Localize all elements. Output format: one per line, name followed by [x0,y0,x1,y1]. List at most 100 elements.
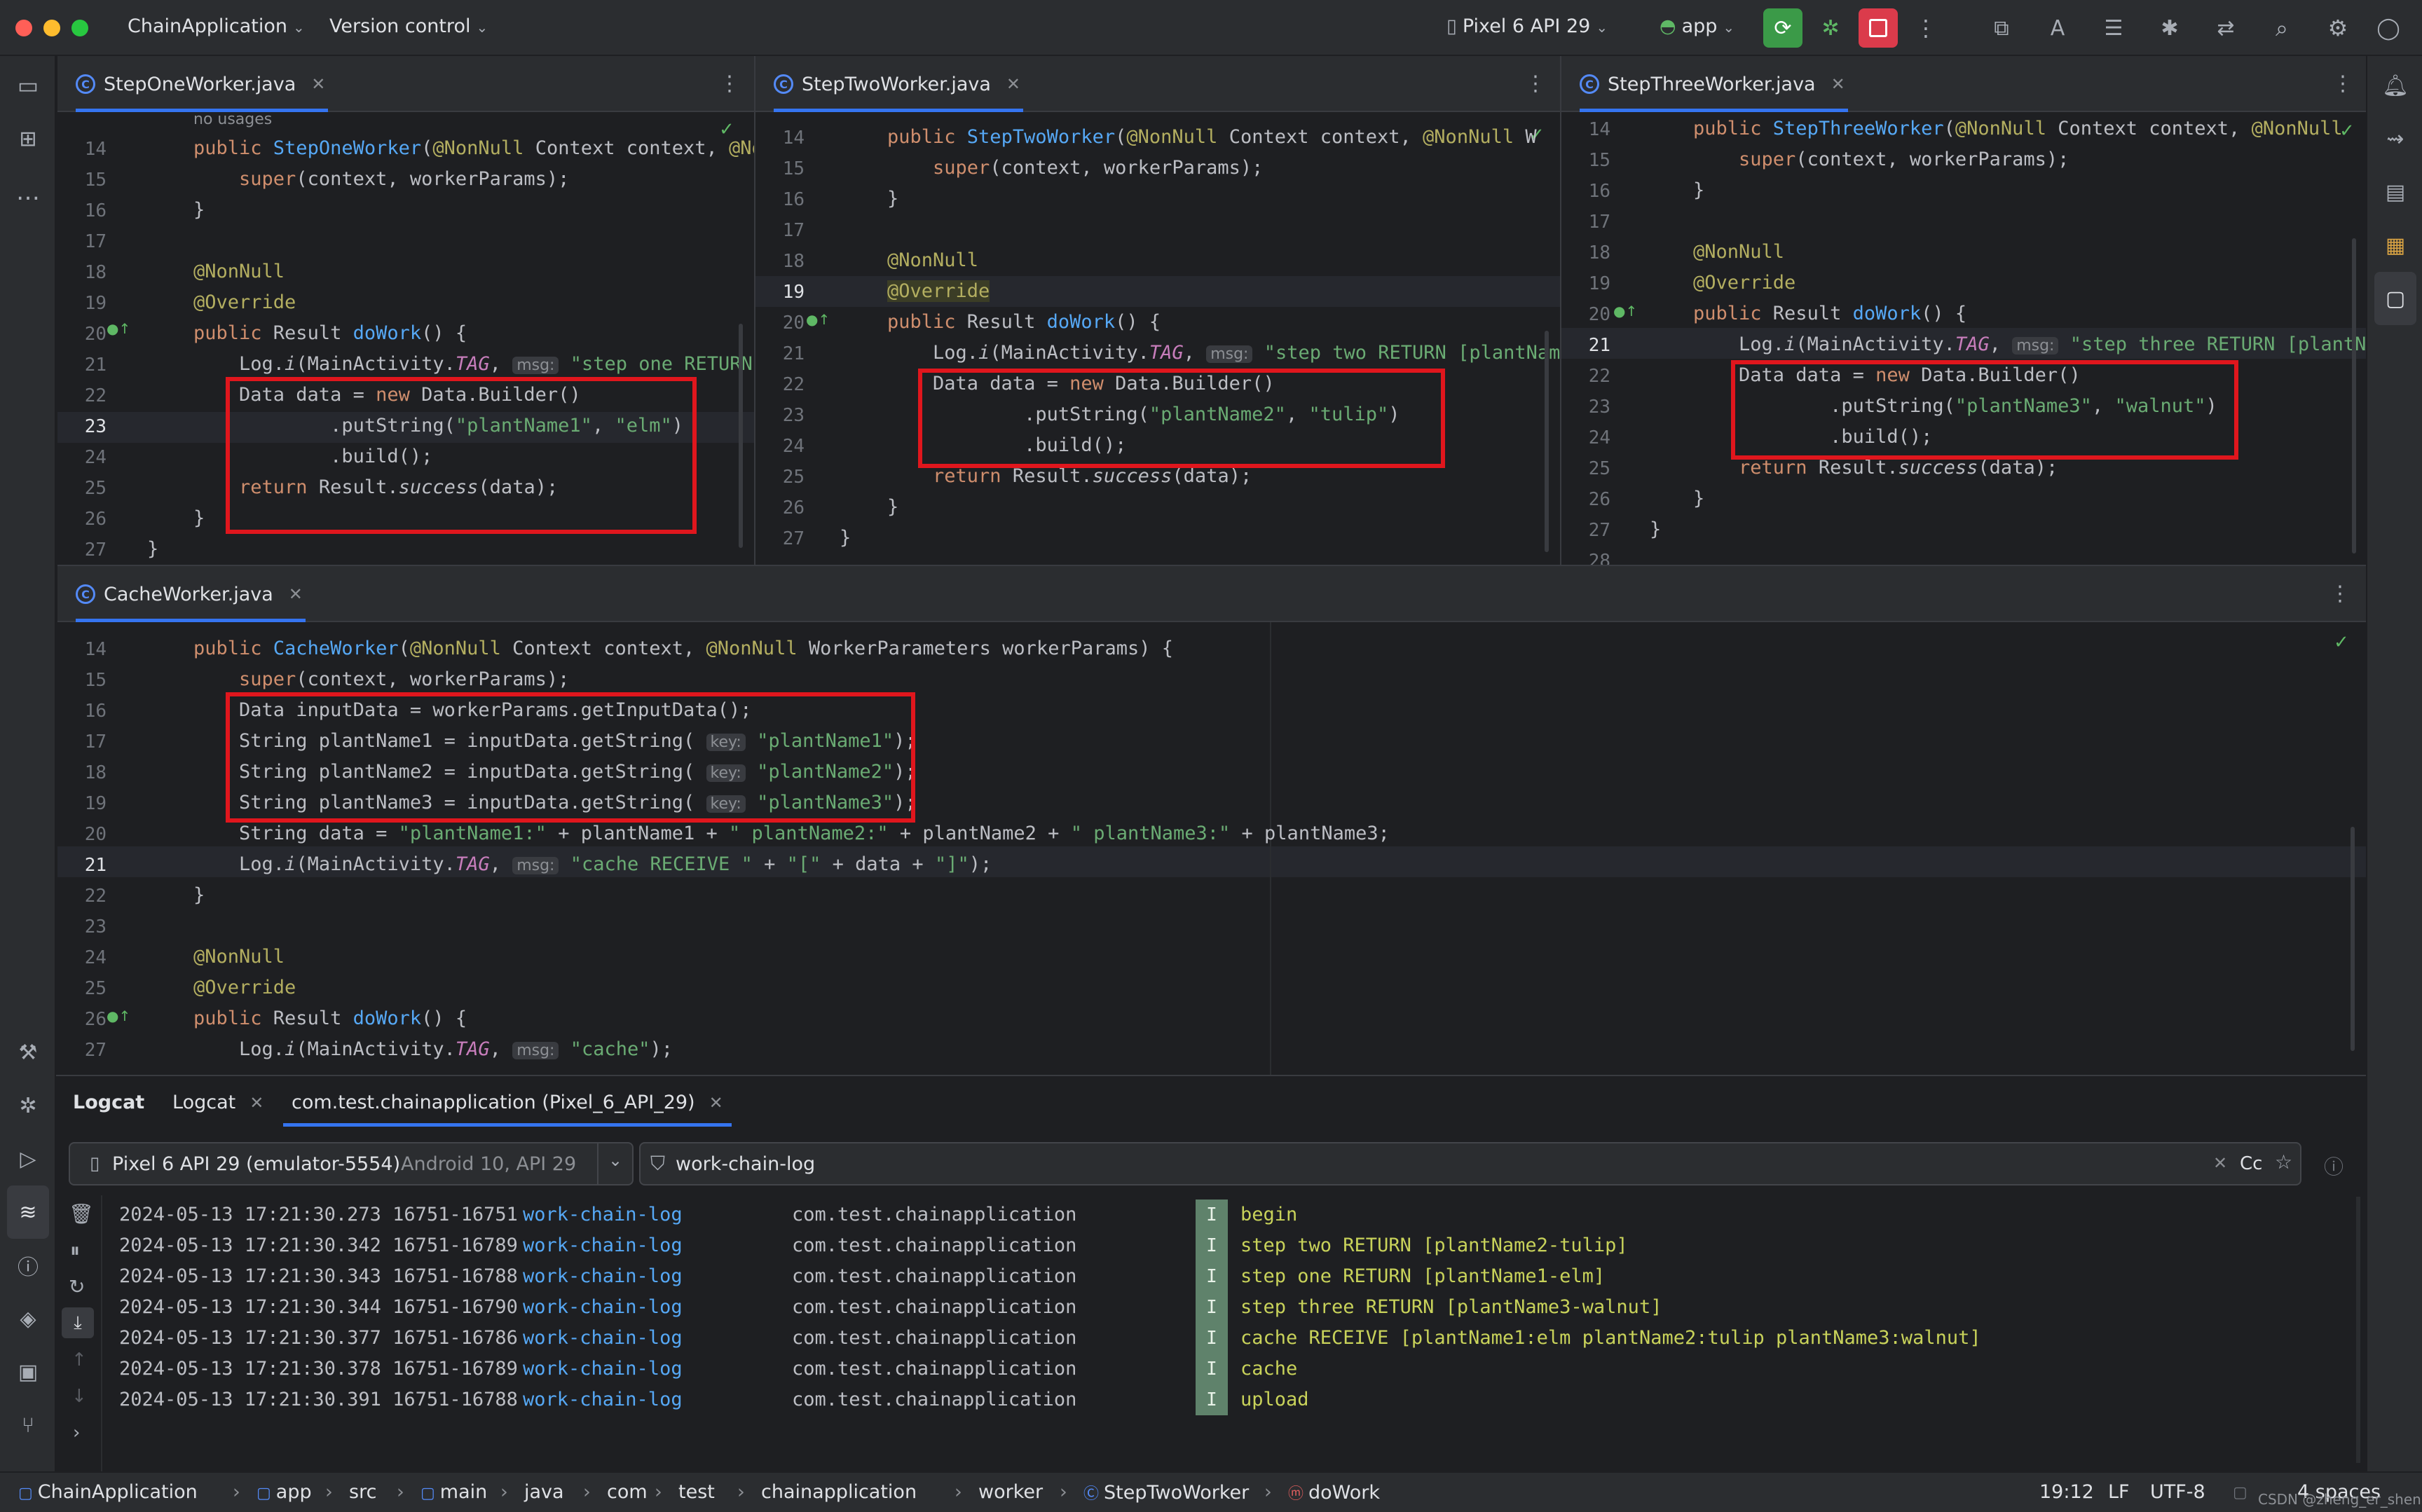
tab-options-icon[interactable]: ⋮ [1525,71,1546,96]
gear-icon[interactable]: ⚙ [2318,8,2358,48]
tab-logcat[interactable]: Logcat ✕ [172,1092,264,1113]
vcs-selector[interactable]: Version control ⌄ [329,15,488,37]
account-icon[interactable]: ◯ [2369,8,2408,48]
stop-icon[interactable] [1859,8,1898,48]
sync-icon[interactable]: ⇄ [2206,8,2245,48]
code-line: public Result doWork() { [193,322,467,344]
expand-icon[interactable]: › [73,1422,80,1443]
editor-tab-bar: C StepOneWorker.java ✕ ⋮ [57,56,754,112]
filter-query[interactable]: work-chain-log [676,1153,815,1175]
close-window-button[interactable] [15,20,32,36]
translate-icon[interactable]: A [2038,8,2077,48]
lock-icon[interactable]: ▢ [2233,1484,2247,1501]
match-case-toggle[interactable]: Cc [2240,1153,2262,1174]
problems-icon[interactable]: ⓘ [0,1239,56,1292]
log-row[interactable]: 2024-05-13 17:21:30.378 16751-16789 work-… [56,1354,2355,1384]
zoom-window-button[interactable] [71,20,88,36]
tab-step-one-worker[interactable]: C StepOneWorker.java ✕ [76,56,329,112]
override-gutter-icon[interactable]: ●↑ [1613,303,1637,319]
more-tools-icon[interactable]: … [0,165,56,219]
scrollbar[interactable] [739,324,743,548]
logcat-filter[interactable]: ⛉ work-chain-log ✕ Cc ☆ [639,1142,2301,1185]
tab-logcat-app[interactable]: com.test.chainapplication (Pixel_6_API_2… [283,1076,732,1127]
line-number: 21 [782,343,805,364]
debug-tool-icon[interactable]: ✲ [0,1079,56,1132]
cursor-position[interactable]: 19:12 [2039,1481,2094,1503]
breadcrumb-item[interactable]: ⓜ doWork [1288,1481,1380,1504]
terminal-icon[interactable]: ▣ [0,1345,56,1398]
usages-hint[interactable]: no usages [193,111,272,128]
star-icon[interactable]: ☆ [2275,1150,2292,1174]
breadcrumb-item[interactable]: com [607,1481,648,1503]
log-row[interactable]: 2024-05-13 17:21:30.391 16751-16788 work-… [56,1384,2355,1415]
override-gutter-icon[interactable]: ●↑ [107,1008,130,1024]
help-icon[interactable]: ⓘ [2324,1152,2344,1180]
breadcrumb-item[interactable]: chainapplication [761,1481,917,1503]
project-folder-icon[interactable]: ▭ [0,59,56,112]
line-number: 19 [1588,273,1610,294]
tab-options-icon[interactable]: ⋮ [2332,71,2353,96]
gradle-icon[interactable]: ⇝ [2367,112,2422,165]
log-row[interactable]: 2024-05-13 17:21:30.342 16751-16789 work-… [56,1230,2355,1261]
line-separator[interactable]: LF [2108,1481,2130,1503]
breadcrumb-item[interactable]: src [349,1481,376,1503]
override-gutter-icon[interactable]: ●↑ [806,311,830,328]
override-gutter-icon[interactable]: ●↑ [107,320,130,337]
minimize-window-button[interactable] [43,20,60,36]
run-config-selector[interactable]: ◓ app ⌄ [1660,15,1735,37]
close-tab-icon[interactable]: ✕ [311,74,325,94]
breadcrumb-item[interactable]: Ⓒ StepTwoWorker [1083,1481,1249,1504]
apply-changes-icon[interactable]: ⟳ [1763,8,1802,48]
breadcrumb-item[interactable]: java [524,1481,564,1503]
tab-step-three-worker[interactable]: C StepThreeWorker.java ✕ [1580,56,1848,112]
notifications-icon[interactable]: 🔔︎ [2367,59,2422,112]
more-actions-icon[interactable]: ⋮ [1906,8,1945,48]
chevron-right-icon: › [583,1481,591,1503]
log-row[interactable]: 2024-05-13 17:21:30.343 16751-16788 work-… [56,1261,2355,1292]
log-row[interactable]: 2024-05-13 17:21:30.344 16751-16790 work-… [56,1292,2355,1323]
gem-icon[interactable]: ◈ [0,1292,56,1345]
package-icon[interactable]: ▦ [2367,219,2422,272]
file-encoding[interactable]: UTF-8 [2150,1481,2205,1503]
log-message: cache [1240,1358,1298,1380]
build-icon[interactable]: ⚒ [0,1026,56,1079]
logcat-icon[interactable]: ≋ [7,1185,49,1239]
search-icon[interactable]: ⌕ [2262,8,2301,48]
breadcrumb-item[interactable]: ▢ main [420,1481,487,1503]
close-tab-icon[interactable]: ✕ [1831,74,1845,94]
list-icon[interactable]: ☰ [2094,8,2133,48]
device-selector[interactable]: ▯ Pixel 6 API 29 ⌄ [1446,15,1608,37]
log-message: begin [1240,1204,1298,1225]
device-explorer-icon[interactable]: ▤ [2367,165,2422,219]
close-tab-icon[interactable]: ✕ [709,1093,723,1113]
inspection-ok-icon[interactable]: ✓ [2334,632,2349,653]
log-timestamp: 2024-05-13 17:21:30.378 16751-16789 [119,1358,518,1380]
breadcrumb-item[interactable]: ▢ app [256,1481,312,1503]
close-tab-icon[interactable]: ✕ [289,584,303,604]
scrollbar[interactable] [1545,331,1549,552]
breadcrumb-item[interactable]: worker [978,1481,1043,1503]
breadcrumb-item[interactable]: test [678,1481,715,1503]
log-row[interactable]: 2024-05-13 17:21:30.273 16751-16751 work-… [56,1200,2355,1230]
log-row[interactable]: 2024-05-13 17:21:30.377 16751-16786 work-… [56,1323,2355,1354]
git-icon[interactable]: ⑂ [0,1398,56,1452]
breadcrumb-label: ChainApplication [37,1481,198,1503]
clear-filter-icon[interactable]: ✕ [2213,1153,2227,1173]
project-selector[interactable]: ChainApplication ⌄ [128,15,305,37]
running-devices-icon[interactable]: ▢ [2374,272,2416,325]
tab-options-icon[interactable]: ⋮ [2329,582,2351,606]
device-dropdown[interactable]: ▯ Pixel 6 API 29 (emulator-5554) Android… [69,1142,634,1185]
close-tab-icon[interactable]: ✕ [249,1093,264,1113]
tab-options-icon[interactable]: ⋮ [719,71,740,96]
scrollbar[interactable] [2351,827,2355,1051]
run-icon[interactable]: ▷ [0,1132,56,1185]
structure-icon[interactable]: ⊞ [0,112,56,165]
close-tab-icon[interactable]: ✕ [1006,74,1020,94]
bug-icon[interactable]: ✱ [2150,8,2189,48]
debug-icon[interactable]: ✲ [1811,8,1850,48]
scrollbar[interactable] [2352,238,2356,554]
breadcrumb-item[interactable]: ▢ ChainApplication [18,1481,198,1503]
scrollbar[interactable] [2356,1197,2360,1463]
device-manager-icon[interactable]: ⧉ [1982,8,2021,48]
line-number: 27 [1588,520,1610,541]
